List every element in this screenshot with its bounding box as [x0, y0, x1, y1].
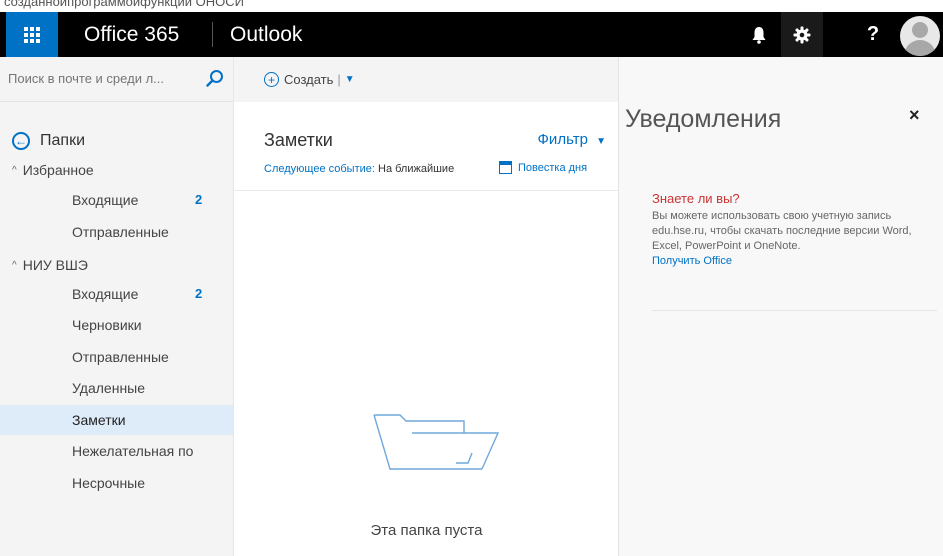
- account-label: НИУ ВШЭ: [22, 257, 88, 273]
- next-event-label: Следующее событие:: [264, 163, 375, 175]
- plus-circle-icon: +: [264, 72, 279, 87]
- folder-item-favorites-inbox[interactable]: Входящие 2: [0, 185, 233, 215]
- folder-item-junk[interactable]: Нежелательная по: [0, 436, 233, 466]
- empty-folder-text: Эта папка пуста: [370, 522, 483, 539]
- search-input[interactable]: [8, 71, 203, 86]
- search-icon[interactable]: [206, 69, 224, 87]
- folder-label: Удаленные: [72, 380, 146, 396]
- folder-label: Несрочные: [72, 475, 146, 491]
- folder-item-favorites-sent[interactable]: Отправленные: [0, 217, 233, 247]
- filter-label: Фильтр: [537, 131, 588, 148]
- message-list-pane: + Создать | ▼ Заметки Фильтр ▼ Следующее…: [233, 57, 619, 556]
- folder-label: Входящие: [72, 192, 139, 208]
- next-event-text: На ближайшие: [378, 163, 455, 175]
- card-title: Знаете ли вы?: [652, 191, 740, 206]
- command-bar: + Создать | ▼: [234, 57, 619, 102]
- calendar-icon: [499, 161, 512, 174]
- unread-count: 2: [195, 286, 203, 301]
- avatar-body-shape: [904, 40, 936, 56]
- chevron-down-icon: ▼: [596, 136, 606, 147]
- notification-card: Знаете ли вы? Вы можете использовать сво…: [652, 191, 942, 269]
- app-launcher-icon: [24, 26, 40, 43]
- notifications-button[interactable]: [737, 12, 781, 57]
- folder-label: Черновики: [72, 317, 142, 333]
- notifications-title: Уведомления: [625, 105, 782, 133]
- folder-item-notes[interactable]: Заметки: [0, 405, 233, 435]
- avatar-head-shape: [912, 22, 928, 38]
- folder-label: Нежелательная по: [72, 443, 194, 459]
- background-text: созданнойпрограммойфункции ОНОСИ: [4, 0, 244, 9]
- favorites-group[interactable]: ^ Избранное: [12, 162, 94, 178]
- help-button[interactable]: ?: [851, 12, 895, 57]
- unread-count: 2: [195, 192, 203, 207]
- settings-button[interactable]: [781, 12, 823, 57]
- close-icon[interactable]: ×: [909, 105, 920, 126]
- next-event[interactable]: Следующее событие: На ближайшие: [264, 163, 486, 175]
- new-button[interactable]: Создать: [284, 72, 333, 87]
- folder-item-inbox[interactable]: Входящие 2: [0, 279, 233, 309]
- agenda-button[interactable]: Повестка дня: [499, 161, 587, 174]
- notifications-pane: Уведомления × Знаете ли вы? Вы можете ис…: [618, 57, 943, 556]
- list-divider: [234, 190, 619, 191]
- back-arrow-icon: ←: [12, 132, 30, 150]
- chevron-down-icon[interactable]: ▼: [345, 74, 355, 85]
- folder-pane: ← Папки ^ Избранное Входящие 2 Отправлен…: [0, 57, 233, 556]
- folder-label: Отправленные: [72, 224, 169, 240]
- office365-brand[interactable]: Office 365: [84, 12, 179, 57]
- folders-label: Папки: [40, 132, 85, 149]
- folders-header[interactable]: ← Папки: [12, 132, 85, 150]
- folder-label: Отправленные: [72, 349, 169, 365]
- card-body: Вы можете использовать свою учетную запи…: [652, 210, 912, 252]
- favorites-label: Избранное: [22, 162, 94, 178]
- folder-item-deleted[interactable]: Удаленные: [0, 373, 233, 403]
- avatar[interactable]: [900, 16, 940, 56]
- empty-folder-icon: [373, 414, 500, 470]
- top-header: Office 365 Outlook ?: [0, 12, 943, 57]
- search-box: [0, 57, 233, 102]
- folder-item-sent[interactable]: Отправленные: [0, 342, 233, 372]
- account-group[interactable]: ^ НИУ ВШЭ: [12, 257, 88, 273]
- bell-icon: [752, 26, 766, 44]
- app-title[interactable]: Outlook: [230, 12, 302, 57]
- card-divider: [652, 310, 937, 311]
- help-icon: ?: [866, 23, 880, 45]
- folder-title: Заметки: [264, 130, 333, 150]
- folder-item-drafts[interactable]: Черновики: [0, 310, 233, 340]
- background-text-strip: созданнойпрограммойфункции ОНОСИ: [0, 0, 943, 12]
- folder-label: Входящие: [72, 286, 139, 302]
- agenda-label: Повестка дня: [518, 161, 588, 174]
- header-divider: [212, 22, 213, 47]
- gear-icon: [793, 26, 811, 43]
- chevron-up-icon: ^: [12, 259, 17, 271]
- new-separator: |: [337, 72, 341, 87]
- app-launcher-button[interactable]: [6, 12, 58, 57]
- get-office-link[interactable]: Получить Office: [652, 254, 942, 269]
- folder-item-clutter[interactable]: Несрочные: [0, 468, 233, 498]
- chevron-up-icon: ^: [12, 164, 17, 176]
- filter-button[interactable]: Фильтр ▼: [538, 131, 606, 148]
- folder-label: Заметки: [72, 412, 126, 428]
